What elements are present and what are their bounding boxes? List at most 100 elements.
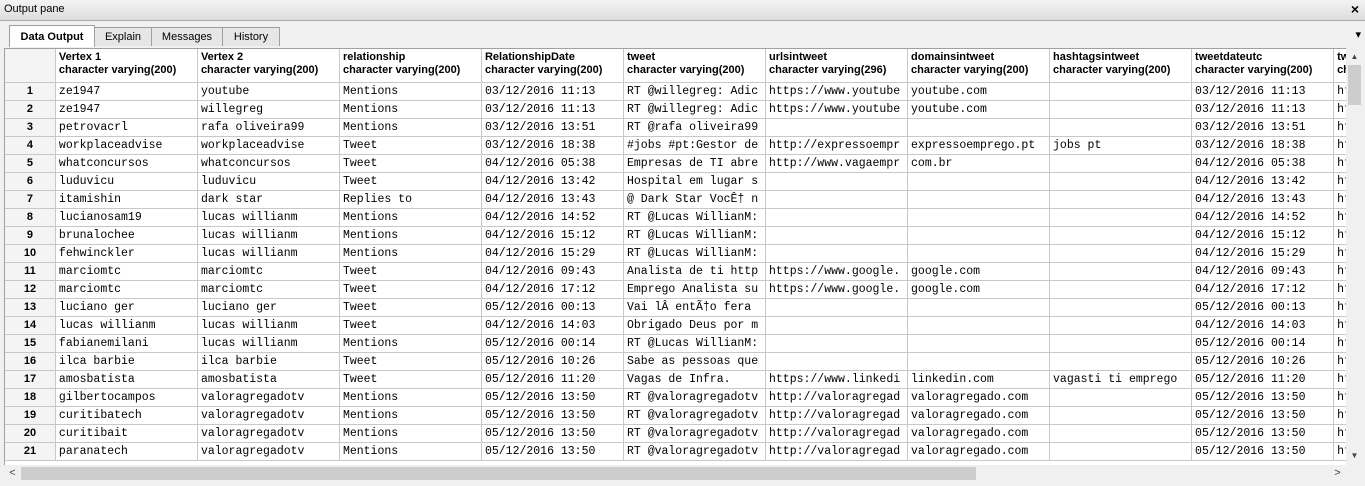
tab-messages[interactable]: Messages <box>151 27 223 46</box>
domainsintweet-cell[interactable]: google.com <box>907 280 1051 299</box>
twitterp-cell[interactable]: https:/ <box>1333 82 1346 101</box>
hashtagsintweet-cell[interactable] <box>1049 100 1193 119</box>
column-header-relationshipdate[interactable]: RelationshipDate character varying(200) <box>481 49 624 83</box>
vertical-scrollbar[interactable]: ▲ ▼ <box>1346 48 1363 464</box>
domainsintweet-cell[interactable] <box>907 352 1051 371</box>
table-row[interactable]: 19 curitibatech valoragregadotv Mentions 05/… <box>5 406 1346 425</box>
table-row[interactable]: 11 marciomtc marciomtc Tweet 04/12/2016 09:4… <box>5 262 1346 281</box>
column-header-hashtagsintweet[interactable]: hashtagsintweet character varying(200) <box>1049 49 1193 83</box>
vertex2-cell[interactable]: lucas willianm <box>197 226 340 245</box>
row-number[interactable]: 1 <box>5 82 56 101</box>
vertex1-cell[interactable]: curitibatech <box>55 406 198 425</box>
tweet-cell[interactable]: Sabe as pessoas que <box>623 352 767 371</box>
domainsintweet-cell[interactable] <box>907 316 1051 335</box>
tweet-cell[interactable]: Hospital em lugar s <box>623 172 767 191</box>
tweetdateutc-cell[interactable]: 04/12/2016 15:12 <box>1191 226 1335 245</box>
relationship-cell[interactable]: Mentions <box>339 208 482 227</box>
row-number[interactable]: 7 <box>5 190 56 209</box>
twitterp-cell[interactable]: https:/ <box>1333 316 1346 335</box>
relationship-cell[interactable]: Mentions <box>339 334 482 353</box>
tweet-cell[interactable]: @ Dark Star VocÊ† n <box>623 190 767 209</box>
vertex2-cell[interactable]: marciomtc <box>197 280 340 299</box>
corner-cell[interactable] <box>5 49 56 83</box>
table-row[interactable]: 10 fehwinckler lucas willianm Mentions 04/12… <box>5 244 1346 263</box>
vertex1-cell[interactable]: ze1947 <box>55 100 198 119</box>
table-row[interactable]: 8 lucianosam19 lucas willianm Mentions 04/12… <box>5 208 1346 227</box>
hashtagsintweet-cell[interactable] <box>1049 262 1193 281</box>
hashtagsintweet-cell[interactable] <box>1049 334 1193 353</box>
row-number[interactable]: 13 <box>5 298 56 317</box>
relationshipdate-cell[interactable]: 04/12/2016 05:38 <box>481 154 624 173</box>
vertex2-cell[interactable]: marciomtc <box>197 262 340 281</box>
relationshipdate-cell[interactable]: 05/12/2016 00:14 <box>481 334 624 353</box>
hashtagsintweet-cell[interactable] <box>1049 208 1193 227</box>
vertex1-cell[interactable]: amosbatista <box>55 370 198 389</box>
relationshipdate-cell[interactable]: 04/12/2016 13:42 <box>481 172 624 191</box>
tweet-cell[interactable]: RT @Lucas WillianM: <box>623 208 767 227</box>
hashtagsintweet-cell[interactable] <box>1049 406 1193 425</box>
relationshipdate-cell[interactable]: 05/12/2016 13:50 <box>481 406 624 425</box>
urlsintweet-cell[interactable] <box>765 334 909 353</box>
urlsintweet-cell[interactable]: https://www.linkedi <box>765 370 909 389</box>
tab-explain[interactable]: Explain <box>94 27 152 46</box>
vertex1-cell[interactable]: gilbertocampos <box>55 388 198 407</box>
scroll-up-icon[interactable]: ▲ <box>1346 48 1363 65</box>
relationship-cell[interactable]: Mentions <box>339 388 482 407</box>
vertex2-cell[interactable]: rafa oliveira99 <box>197 118 340 137</box>
table-row[interactable]: 6 luduvicu luduvicu Tweet 04/12/2016 13:42 Ho… <box>5 172 1346 191</box>
row-number[interactable]: 3 <box>5 118 56 137</box>
relationshipdate-cell[interactable]: 04/12/2016 13:43 <box>481 190 624 209</box>
tweetdateutc-cell[interactable]: 04/12/2016 13:42 <box>1191 172 1335 191</box>
vertex1-cell[interactable]: luciano ger <box>55 298 198 317</box>
tab-history[interactable]: History <box>222 27 280 46</box>
hashtagsintweet-cell[interactable] <box>1049 424 1193 443</box>
column-header-vertex2[interactable]: Vertex 2 character varying(200) <box>197 49 340 83</box>
vertex2-cell[interactable]: lucas willianm <box>197 208 340 227</box>
twitterp-cell[interactable]: https:/ <box>1333 424 1346 443</box>
twitterp-cell[interactable]: https:/ <box>1333 172 1346 191</box>
vertex2-cell[interactable]: dark star <box>197 190 340 209</box>
hashtagsintweet-cell[interactable] <box>1049 316 1193 335</box>
domainsintweet-cell[interactable] <box>907 244 1051 263</box>
domainsintweet-cell[interactable] <box>907 190 1051 209</box>
relationship-cell[interactable]: Tweet <box>339 154 482 173</box>
domainsintweet-cell[interactable]: google.com <box>907 262 1051 281</box>
table-row[interactable]: 17 amosbatista amosbatista Tweet 05/12/2016 … <box>5 370 1346 389</box>
tweet-cell[interactable]: RT @rafa oliveira99 <box>623 118 767 137</box>
tweetdateutc-cell[interactable]: 05/12/2016 13:50 <box>1191 388 1335 407</box>
relationshipdate-cell[interactable]: 03/12/2016 11:13 <box>481 100 624 119</box>
twitterp-cell[interactable]: https:/ <box>1333 100 1346 119</box>
relationshipdate-cell[interactable]: 05/12/2016 11:20 <box>481 370 624 389</box>
tweet-cell[interactable]: RT @Lucas WillianM: <box>623 334 767 353</box>
tweet-cell[interactable]: RT @valoragregadotv <box>623 424 767 443</box>
scroll-left-icon[interactable]: < <box>4 465 21 482</box>
urlsintweet-cell[interactable] <box>765 118 909 137</box>
relationship-cell[interactable]: Mentions <box>339 406 482 425</box>
urlsintweet-cell[interactable] <box>765 298 909 317</box>
urlsintweet-cell[interactable] <box>765 352 909 371</box>
row-number[interactable]: 12 <box>5 280 56 299</box>
table-row[interactable]: 4 workplaceadvise workplaceadvise Tweet 03/1… <box>5 136 1346 155</box>
tweetdateutc-cell[interactable]: 05/12/2016 11:20 <box>1191 370 1335 389</box>
tweetdateutc-cell[interactable]: 04/12/2016 14:03 <box>1191 316 1335 335</box>
column-header-tweetdateutc[interactable]: tweetdateutc character varying(200) <box>1191 49 1335 83</box>
urlsintweet-cell[interactable]: https://www.youtube <box>765 100 909 119</box>
relationship-cell[interactable]: Tweet <box>339 136 482 155</box>
relationship-cell[interactable]: Tweet <box>339 316 482 335</box>
tab-menu-icon[interactable]: ▾ <box>1355 28 1361 41</box>
twitterp-cell[interactable]: https:/ <box>1333 388 1346 407</box>
twitterp-cell[interactable]: https:/ <box>1333 226 1346 245</box>
twitterp-cell[interactable]: https:/ <box>1333 118 1346 137</box>
tweetdateutc-cell[interactable]: 05/12/2016 13:50 <box>1191 442 1335 461</box>
vertex2-cell[interactable]: valoragregadotv <box>197 406 340 425</box>
relationshipdate-cell[interactable]: 03/12/2016 11:13 <box>481 82 624 101</box>
tweetdateutc-cell[interactable]: 03/12/2016 18:38 <box>1191 136 1335 155</box>
vertex1-cell[interactable]: lucas willianm <box>55 316 198 335</box>
tweet-cell[interactable]: Emprego Analista su <box>623 280 767 299</box>
tweetdateutc-cell[interactable]: 04/12/2016 14:52 <box>1191 208 1335 227</box>
vertex2-cell[interactable]: lucas willianm <box>197 334 340 353</box>
vertex2-cell[interactable]: amosbatista <box>197 370 340 389</box>
hashtagsintweet-cell[interactable] <box>1049 298 1193 317</box>
row-number[interactable]: 21 <box>5 442 56 461</box>
row-number[interactable]: 9 <box>5 226 56 245</box>
